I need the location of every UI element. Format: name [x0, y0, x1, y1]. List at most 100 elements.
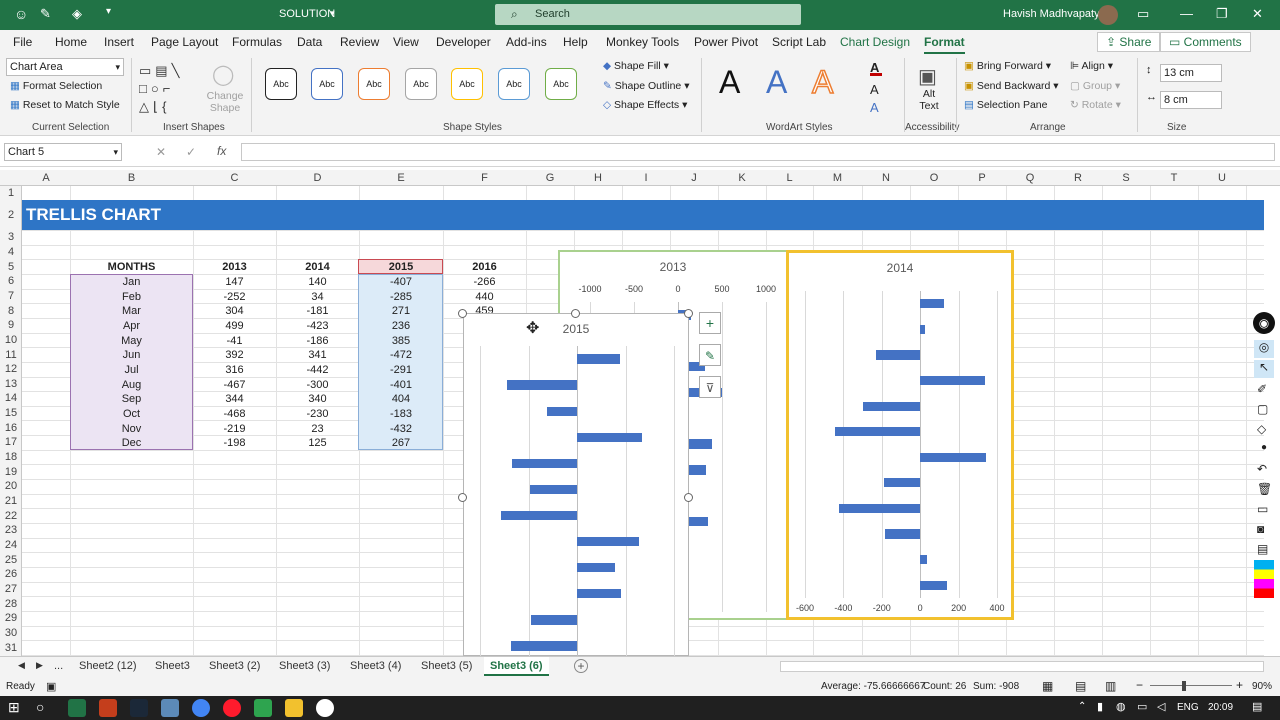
restore-icon[interactable]: ❐: [1216, 6, 1228, 22]
zoom-out-icon[interactable]: −: [1136, 678, 1143, 692]
notifications-icon[interactable]: ▤: [1252, 700, 1262, 713]
table-cell[interactable]: -186: [276, 335, 359, 347]
row-header-22[interactable]: 22: [0, 510, 22, 522]
row-header-18[interactable]: 18: [0, 451, 22, 463]
table-cell[interactable]: -219: [193, 423, 276, 435]
table-cell[interactable]: May: [70, 335, 193, 347]
chart-bar[interactable]: [885, 529, 921, 539]
table-cell[interactable]: 340: [276, 393, 359, 405]
tab-view[interactable]: View: [393, 35, 419, 49]
column-header-i[interactable]: I: [622, 172, 670, 184]
table-cell[interactable]: -472: [359, 349, 443, 361]
normal-view-icon[interactable]: ▦: [1042, 679, 1053, 693]
chart-bar[interactable]: [862, 401, 921, 411]
tab-file[interactable]: File: [13, 35, 32, 49]
chart-title[interactable]: 2015: [464, 322, 688, 336]
table-cell[interactable]: -300: [276, 379, 359, 391]
chart-bar[interactable]: [920, 299, 945, 309]
ribbon-display-icon[interactable]: ▭: [1137, 6, 1149, 22]
shape-style-4[interactable]: Abc: [405, 68, 437, 100]
chart-bar[interactable]: [529, 484, 577, 495]
tab-insert[interactable]: Insert: [104, 35, 134, 49]
row-header-1[interactable]: 1: [0, 187, 22, 199]
clipboard-icon[interactable]: ▤: [1257, 542, 1268, 556]
tab-page-layout[interactable]: Page Layout: [151, 35, 218, 49]
chart-bar[interactable]: [835, 427, 921, 437]
row-header-12[interactable]: 12: [0, 363, 22, 375]
row-header-2[interactable]: 2: [0, 209, 22, 221]
chart-bar[interactable]: [500, 510, 577, 521]
board-icon[interactable]: ▭: [1257, 502, 1268, 516]
change-shape-button[interactable]: Change Shape: [205, 90, 245, 114]
table-cell[interactable]: 147: [193, 276, 276, 288]
zoom-level[interactable]: 90%: [1252, 681, 1272, 692]
chart-bar[interactable]: [920, 452, 986, 462]
table-header[interactable]: 2016: [443, 261, 526, 273]
table-cell[interactable]: -266: [443, 276, 526, 288]
row-header-23[interactable]: 23: [0, 524, 22, 536]
status-sum[interactable]: Sum: -908: [973, 681, 1019, 692]
row-header-19[interactable]: 19: [0, 466, 22, 478]
annotation-taskbar-icon[interactable]: [316, 699, 334, 717]
table-cell[interactable]: -285: [359, 291, 443, 303]
table-cell[interactable]: -41: [193, 335, 276, 347]
resize-handle-left[interactable]: [458, 493, 467, 502]
table-cell[interactable]: Oct: [70, 408, 193, 420]
mic-icon[interactable]: ▮: [1097, 700, 1103, 713]
row-header-9[interactable]: 9: [0, 319, 22, 331]
table-cell[interactable]: 304: [193, 305, 276, 317]
powerpoint-taskbar-icon[interactable]: [99, 699, 117, 717]
resize-handle-top[interactable]: [571, 309, 580, 318]
row-header-29[interactable]: 29: [0, 612, 22, 624]
table-cell[interactable]: Nov: [70, 423, 193, 435]
table-cell[interactable]: -401: [359, 379, 443, 391]
autosave-icon[interactable]: ✎: [40, 6, 51, 22]
chart-title[interactable]: 2014: [789, 261, 1011, 275]
rectangle-tool-icon[interactable]: ▢: [1257, 402, 1268, 416]
selection-pane-button[interactable]: ▤ Selection Pane: [964, 99, 1047, 111]
battery-icon[interactable]: ▭: [1137, 700, 1147, 713]
chart-bar[interactable]: [577, 536, 640, 547]
table-cell[interactable]: 499: [193, 320, 276, 332]
add-sheet-icon[interactable]: +: [574, 659, 588, 673]
sheet-tab-sheet3-3[interactable]: Sheet3 (3): [279, 660, 330, 672]
row-header-26[interactable]: 26: [0, 568, 22, 580]
file-explorer-taskbar-icon[interactable]: [285, 699, 303, 717]
row-header-13[interactable]: 13: [0, 378, 22, 390]
tab-script-lab[interactable]: Script Lab: [772, 35, 826, 49]
table-cell[interactable]: -291: [359, 364, 443, 376]
camera-icon[interactable]: ◙: [1257, 522, 1264, 536]
network-icon[interactable]: ◍: [1116, 700, 1126, 713]
chart-element-dropdown[interactable]: Chart Area ▾: [6, 58, 124, 76]
text-effects-icon[interactable]: A: [870, 100, 879, 115]
volume-icon[interactable]: ◁: [1157, 700, 1165, 713]
chart-bar[interactable]: [920, 375, 986, 386]
trash-icon[interactable]: 🗑: [1257, 482, 1272, 496]
table-cell[interactable]: -407: [359, 276, 443, 288]
table-cell[interactable]: 23: [276, 423, 359, 435]
column-header-f[interactable]: F: [443, 172, 526, 184]
clock[interactable]: 20:09: [1208, 702, 1233, 713]
tab-review[interactable]: Review: [340, 35, 379, 49]
wordart-style-black[interactable]: A: [719, 64, 740, 101]
rotate-button[interactable]: ↻ Rotate ▾: [1070, 99, 1121, 111]
table-cell[interactable]: Feb: [70, 291, 193, 303]
sheet-banner[interactable]: TRELLIS CHART: [22, 200, 1264, 230]
row-header-4[interactable]: 4: [0, 246, 22, 258]
shape-outline-button[interactable]: ✎ Shape Outline ▾: [603, 80, 689, 92]
align-button[interactable]: ⊫ Align ▾: [1070, 60, 1113, 72]
task-view-icon[interactable]: ○: [36, 699, 44, 715]
chart-elements-button[interactable]: +: [699, 312, 721, 334]
table-cell[interactable]: Apr: [70, 320, 193, 332]
undo-icon[interactable]: ↶: [1257, 462, 1267, 476]
chart-styles-button[interactable]: ✎: [699, 344, 721, 366]
steam-taskbar-icon[interactable]: [130, 699, 148, 717]
row-header-5[interactable]: 5: [0, 261, 22, 273]
table-cell[interactable]: 271: [359, 305, 443, 317]
table-cell[interactable]: 236: [359, 320, 443, 332]
row-header-30[interactable]: 30: [0, 627, 22, 639]
prev-sheet-icon[interactable]: ◀: [18, 660, 25, 671]
table-cell[interactable]: 267: [359, 437, 443, 449]
bring-forward-button[interactable]: ▣ Bring Forward ▾: [964, 60, 1051, 72]
column-header-d[interactable]: D: [276, 172, 359, 184]
